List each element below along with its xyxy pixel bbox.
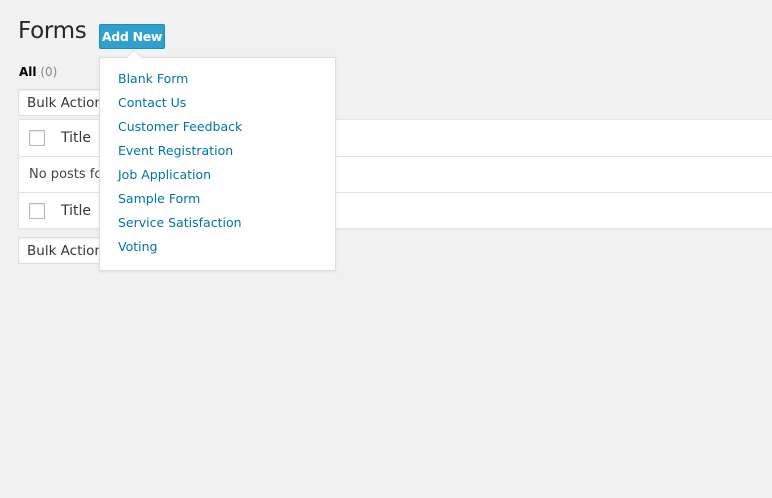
title-column-footer[interactable]: Title bbox=[61, 203, 91, 219]
select-all-checkbox[interactable] bbox=[29, 130, 45, 146]
menu-item-customer-feedback[interactable]: Customer Feedback bbox=[100, 116, 335, 140]
filter-all-count: (0) bbox=[40, 65, 58, 79]
menu-item-voting[interactable]: Voting bbox=[100, 236, 335, 260]
menu-item-blank-form[interactable]: Blank Form bbox=[100, 68, 335, 92]
filter-all-link[interactable]: All bbox=[19, 65, 37, 79]
menu-item-job-application[interactable]: Job Application bbox=[100, 164, 335, 188]
menu-item-service-satisfaction[interactable]: Service Satisfaction bbox=[100, 212, 335, 236]
select-all-checkbox-footer[interactable] bbox=[29, 202, 45, 219]
menu-item-event-registration[interactable]: Event Registration bbox=[100, 140, 335, 164]
title-column-header[interactable]: Title bbox=[61, 130, 91, 146]
page-title: Forms bbox=[18, 18, 87, 44]
add-new-button[interactable]: Add New bbox=[99, 24, 165, 49]
status-filter: All (0) bbox=[19, 65, 57, 79]
menu-item-contact-us[interactable]: Contact Us bbox=[100, 92, 335, 116]
menu-item-sample-form[interactable]: Sample Form bbox=[100, 188, 335, 212]
add-new-dropdown-menu: Blank Form Contact Us Customer Feedback … bbox=[99, 50, 336, 271]
